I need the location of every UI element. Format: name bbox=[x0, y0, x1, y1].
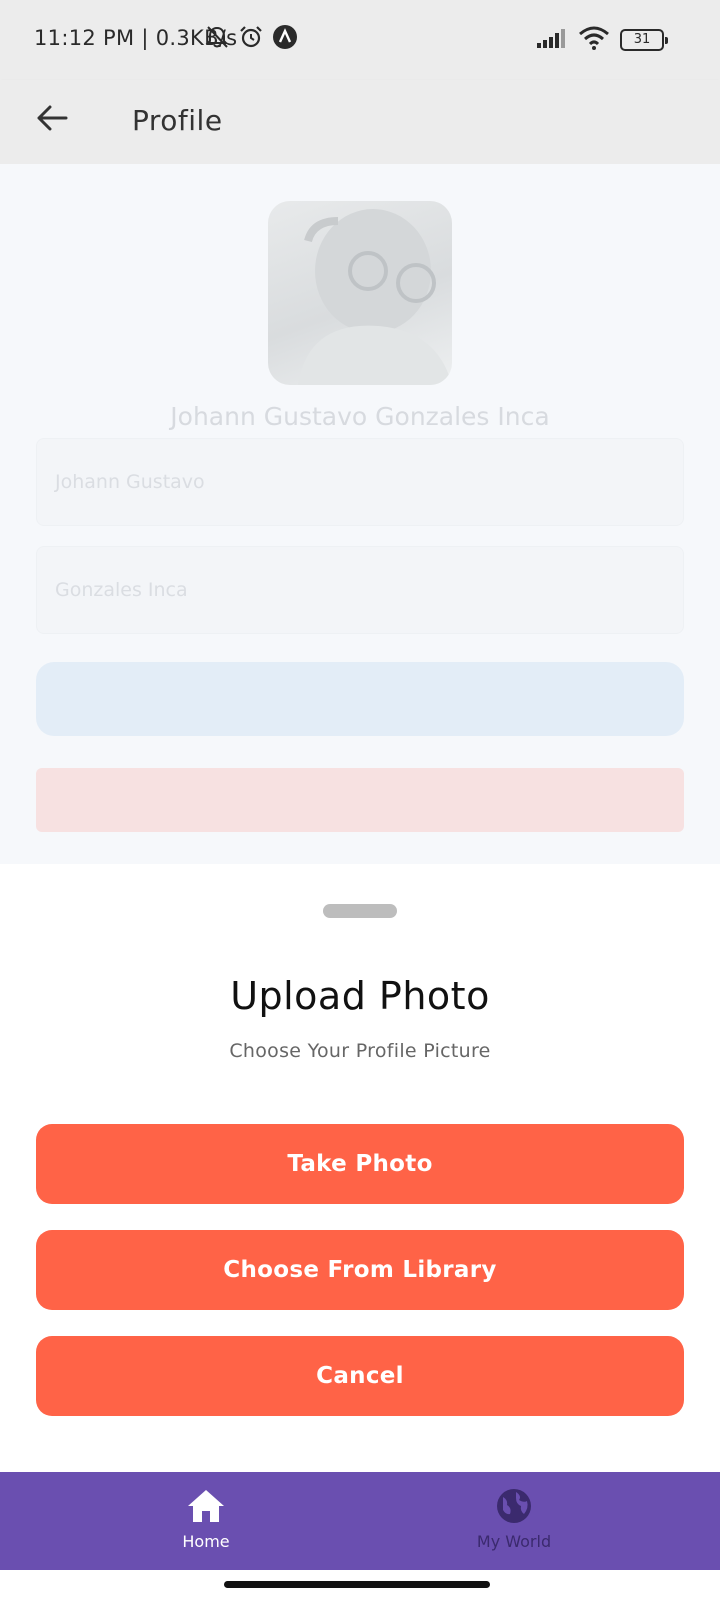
avatar-photo bbox=[298, 209, 452, 385]
app-bar: Profile bbox=[0, 80, 720, 164]
last-name-field[interactable]: Gonzales Inca bbox=[36, 546, 684, 634]
sheet-title: Upload Photo bbox=[230, 974, 490, 1018]
last-name-value: Gonzales Inca bbox=[55, 579, 188, 601]
status-icons-left bbox=[204, 24, 298, 54]
save-button[interactable] bbox=[36, 662, 684, 736]
home-icon bbox=[186, 1488, 226, 1528]
app-notification-icon bbox=[272, 24, 298, 54]
sheet-subtitle: Choose Your Profile Picture bbox=[229, 1040, 491, 1062]
cancel-button[interactable]: Cancel bbox=[36, 1336, 684, 1416]
nav-label-my-world: My World bbox=[476, 1532, 552, 1551]
wifi-icon bbox=[578, 26, 610, 54]
gesture-bar[interactable] bbox=[224, 1581, 490, 1588]
choose-from-library-button[interactable]: Choose From Library bbox=[36, 1230, 684, 1310]
first-name-value: Johann Gustavo bbox=[55, 471, 205, 493]
nav-item-home[interactable]: Home bbox=[136, 1488, 276, 1551]
page-title: Profile bbox=[132, 104, 223, 137]
profile-full-name: Johann Gustavo Gonzales Inca bbox=[170, 402, 550, 431]
bottom-nav: Home My World bbox=[0, 1472, 720, 1570]
arrow-left-icon bbox=[36, 104, 68, 136]
logout-button[interactable] bbox=[36, 768, 684, 832]
globe-icon bbox=[494, 1488, 534, 1528]
nav-item-my-world[interactable]: My World bbox=[444, 1488, 584, 1551]
upload-photo-sheet: Upload Photo Choose Your Profile Picture… bbox=[0, 866, 720, 1472]
bell-off-icon bbox=[204, 24, 230, 54]
gesture-area bbox=[0, 1570, 720, 1600]
nav-label-home: Home bbox=[182, 1532, 230, 1551]
back-button[interactable] bbox=[30, 98, 74, 142]
take-photo-button[interactable]: Take Photo bbox=[36, 1124, 684, 1204]
signal-icon bbox=[536, 27, 568, 53]
first-name-field[interactable]: Johann Gustavo bbox=[36, 438, 684, 526]
battery-icon: 31 bbox=[620, 29, 668, 51]
alarm-icon bbox=[238, 24, 264, 54]
profile-content: Johann Gustavo Gonzales Inca Johann Gust… bbox=[0, 164, 720, 864]
profile-avatar[interactable] bbox=[268, 201, 452, 385]
status-icons-right: 31 bbox=[536, 26, 668, 54]
status-bar: 11:12 PM | 0.3KB/s 31 bbox=[0, 0, 720, 80]
sheet-drag-handle[interactable] bbox=[323, 904, 397, 918]
